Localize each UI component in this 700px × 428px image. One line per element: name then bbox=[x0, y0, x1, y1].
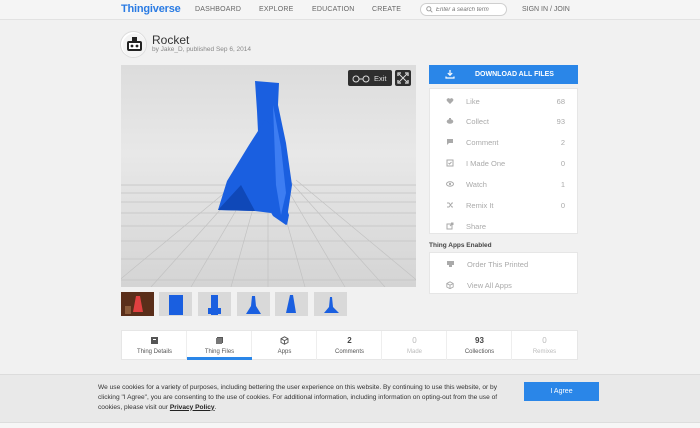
tab-collections[interactable]: 93 Collections bbox=[447, 331, 512, 360]
like-action[interactable]: Like 68 bbox=[430, 91, 579, 111]
tab-comments[interactable]: 2 Comments bbox=[317, 331, 382, 360]
avatar[interactable] bbox=[120, 31, 147, 58]
remix-action[interactable]: Remix It 0 bbox=[430, 195, 579, 215]
collect-action[interactable]: Collect 93 bbox=[430, 111, 579, 131]
watch-action[interactable]: Watch 1 bbox=[430, 174, 579, 194]
model-viewer[interactable]: Exit bbox=[121, 65, 416, 287]
eye-icon bbox=[446, 181, 454, 187]
cube-icon bbox=[446, 281, 454, 289]
watch-label: Watch bbox=[466, 180, 487, 189]
share-label: Share bbox=[466, 222, 487, 231]
expand-icon bbox=[397, 72, 409, 84]
share-icon bbox=[446, 222, 454, 230]
search-input[interactable] bbox=[436, 5, 504, 14]
cookie-message: We use cookies for a variety of purposes… bbox=[98, 384, 498, 411]
nav-education[interactable]: EDUCATION bbox=[312, 6, 355, 13]
fullscreen-button[interactable] bbox=[395, 70, 411, 86]
tab-count: 0 bbox=[412, 336, 417, 345]
comment-icon bbox=[447, 139, 453, 145]
nav-explore[interactable]: EXPLORE bbox=[259, 6, 293, 13]
nav-dashboard[interactable]: DASHBOARD bbox=[195, 6, 241, 13]
tab-label: Comments bbox=[334, 349, 364, 355]
details-icon bbox=[151, 337, 158, 344]
remix-icon bbox=[447, 202, 453, 208]
made-one-action[interactable]: I Made One 0 bbox=[430, 153, 579, 173]
tab-thing-details[interactable]: Thing Details bbox=[122, 331, 187, 360]
page-title: Rocket bbox=[152, 33, 190, 47]
watch-count: 1 bbox=[560, 180, 565, 189]
thumbnail-view-3[interactable] bbox=[237, 292, 270, 316]
tab-apps[interactable]: Apps bbox=[252, 331, 317, 360]
exit-viewer-button[interactable]: Exit bbox=[348, 70, 392, 86]
like-count: 68 bbox=[556, 97, 565, 106]
tab-label: Collections bbox=[464, 349, 495, 355]
collect-count: 93 bbox=[556, 117, 565, 126]
top-nav: Thingiverse DASHBOARD EXPLORE EDUCATION … bbox=[0, 0, 700, 20]
nav-create[interactable]: CREATE bbox=[372, 6, 401, 13]
tab-count: 93 bbox=[475, 336, 484, 345]
thumbnail-view-4[interactable] bbox=[275, 292, 308, 316]
thumbnail-view-2[interactable] bbox=[198, 292, 231, 316]
files-icon bbox=[216, 337, 223, 344]
thing-tabs: Thing Details Thing Files Apps 2 Comment… bbox=[121, 330, 578, 360]
order-printed-app[interactable]: Order This Printed bbox=[430, 254, 579, 274]
thumbnail-view-1[interactable] bbox=[159, 292, 192, 316]
tab-thing-files[interactable]: Thing Files bbox=[187, 331, 252, 360]
made-one-icon bbox=[446, 159, 454, 167]
bottom-strip bbox=[0, 422, 700, 428]
byline: by Jake_D, published Sep 6, 2014 bbox=[152, 46, 252, 53]
heart-icon bbox=[446, 98, 454, 104]
tab-count: 0 bbox=[542, 336, 547, 345]
comment-count: 2 bbox=[560, 138, 565, 147]
tab-label: Apps bbox=[277, 349, 292, 355]
remix-count: 0 bbox=[560, 201, 565, 210]
thingiverse-logo[interactable]: Thingiverse bbox=[121, 3, 181, 15]
made-one-count: 0 bbox=[560, 159, 565, 168]
tab-label: Thing Files bbox=[204, 349, 235, 355]
order-printed-label: Order This Printed bbox=[467, 260, 529, 269]
tab-made[interactable]: 0 Made bbox=[382, 331, 447, 360]
remix-label: Remix It bbox=[466, 201, 494, 210]
search-icon bbox=[426, 6, 433, 13]
glasses-icon bbox=[352, 75, 370, 83]
share-action[interactable]: Share bbox=[430, 216, 579, 236]
agree-button[interactable]: I Agree bbox=[524, 382, 599, 401]
comment-action[interactable]: Comment 2 bbox=[430, 132, 579, 152]
tab-label: Thing Details bbox=[136, 349, 172, 355]
apps-icon bbox=[280, 336, 289, 345]
collect-icon bbox=[446, 118, 454, 124]
tab-label: Remixes bbox=[532, 349, 557, 355]
printer-icon bbox=[447, 261, 454, 267]
tab-remixes[interactable]: 0 Remixes bbox=[512, 331, 577, 360]
thumbnail-view-5[interactable] bbox=[314, 292, 347, 316]
download-icon bbox=[445, 70, 455, 79]
active-tab-indicator bbox=[187, 357, 252, 360]
privacy-policy-link[interactable]: Privacy Policy bbox=[170, 404, 215, 411]
exit-label: Exit bbox=[374, 74, 387, 83]
action-list: Like 68 Collect 93 Comment 2 I Made One … bbox=[429, 88, 578, 234]
tab-count: 2 bbox=[347, 336, 352, 345]
comment-label: Comment bbox=[466, 138, 499, 147]
search-box[interactable] bbox=[420, 3, 507, 16]
thumbnail-photo[interactable] bbox=[121, 292, 154, 316]
sign-in-link[interactable]: SIGN IN / JOIN bbox=[522, 6, 570, 13]
made-one-label: I Made One bbox=[466, 159, 506, 168]
view-all-apps[interactable]: View All Apps bbox=[430, 275, 579, 295]
cookie-text: We use cookies for a variety of purposes… bbox=[98, 384, 498, 411]
collect-label: Collect bbox=[466, 117, 489, 126]
rocket-model bbox=[121, 81, 416, 287]
download-label: DOWNLOAD ALL FILES bbox=[475, 71, 554, 78]
tab-label: Made bbox=[406, 349, 422, 355]
view-all-apps-label: View All Apps bbox=[467, 281, 512, 290]
download-all-button[interactable]: DOWNLOAD ALL FILES bbox=[429, 65, 578, 84]
apps-section-title: Thing Apps Enabled bbox=[429, 242, 492, 249]
apps-list: Order This Printed View All Apps bbox=[429, 252, 578, 294]
cookie-banner: We use cookies for a variety of purposes… bbox=[0, 374, 700, 422]
like-label: Like bbox=[466, 97, 480, 106]
agree-label: I Agree bbox=[550, 388, 573, 395]
